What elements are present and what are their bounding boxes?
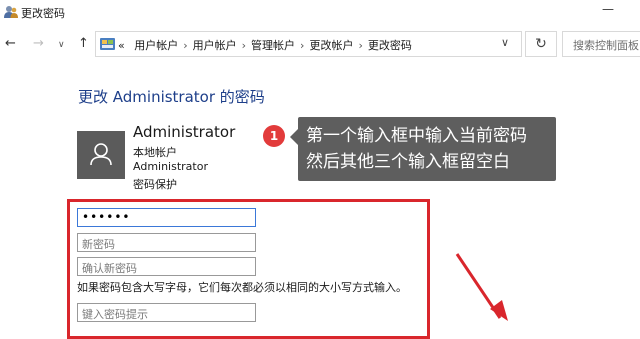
- pointer-arrow: [455, 253, 508, 321]
